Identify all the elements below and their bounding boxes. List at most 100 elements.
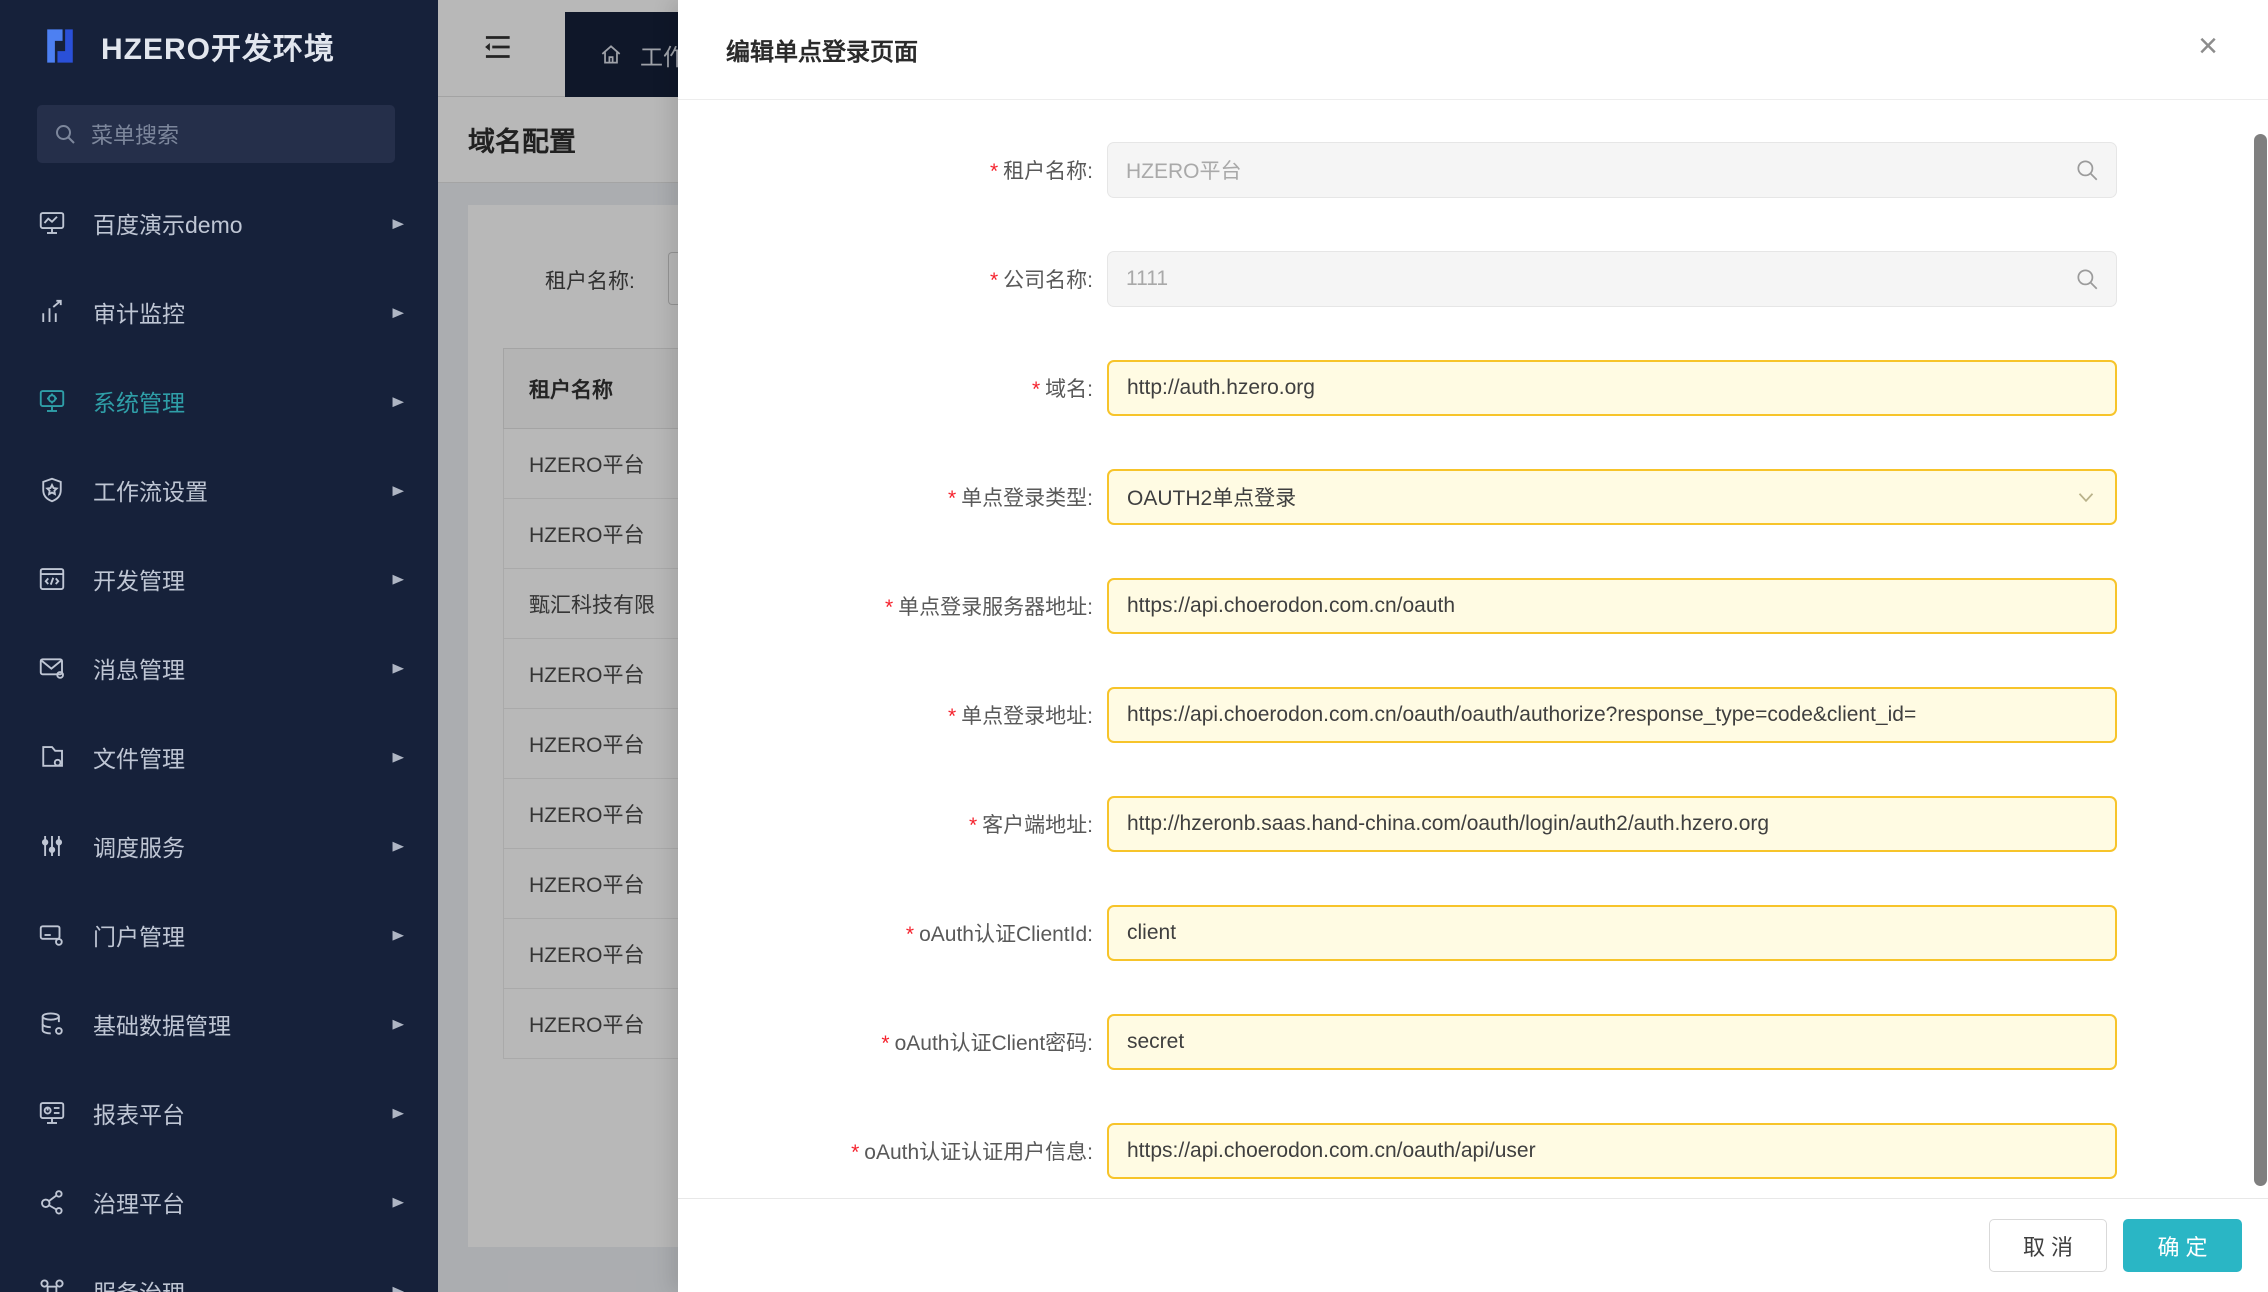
drawer-header: 编辑单点登录页面 × <box>678 0 2268 100</box>
sidebar-item-label: 工作流设置 <box>93 473 392 507</box>
sidebar-item-label: 基础数据管理 <box>93 1007 392 1041</box>
presentation-monitor-icon <box>37 207 69 239</box>
field-label: *公司名称: <box>678 264 1093 294</box>
company-name-lov-input: 1111 <box>1107 251 2117 307</box>
command-icon <box>37 1275 69 1292</box>
sidebar-item-governance-platform[interactable]: 治理平台 ▶ <box>0 1157 438 1246</box>
field-label: *单点登录服务器地址: <box>678 591 1093 621</box>
field-label: *单点登录类型: <box>678 482 1093 512</box>
field-row-oauth-user-info: *oAuth认证认证用户信息: https://api.choerodon.co… <box>678 1123 2268 1179</box>
field-row-domain: *域名: http://auth.hzero.org <box>678 360 2268 416</box>
close-icon[interactable]: × <box>2184 22 2232 70</box>
sidebar-nav: 百度演示demo ▶ 审计监控 ▶ 系统管理 ▶ <box>0 178 438 1292</box>
oauth-client-id-input[interactable]: client <box>1107 905 2117 961</box>
domain-input[interactable]: http://auth.hzero.org <box>1107 360 2117 416</box>
database-gear-icon <box>37 1008 69 1040</box>
search-icon <box>2074 266 2100 292</box>
sidebar-item-base-data-management[interactable]: 基础数据管理 ▶ <box>0 979 438 1068</box>
sidebar-item-scheduler-service[interactable]: 调度服务 ▶ <box>0 801 438 890</box>
sidebar-item-label: 审计监控 <box>93 295 392 329</box>
field-label: *oAuth认证ClientId: <box>678 918 1093 948</box>
field-label: *oAuth认证Client密码: <box>678 1027 1093 1057</box>
chevron-right-icon: ▶ <box>392 304 404 319</box>
sidebar-item-label: 治理平台 <box>93 1185 392 1219</box>
chevron-right-icon: ▶ <box>392 482 404 497</box>
field-row-oauth-client-id: *oAuth认证ClientId: client <box>678 905 2268 961</box>
sidebar-item-label: 文件管理 <box>93 740 392 774</box>
sidebar-item-label: 门户管理 <box>93 918 392 952</box>
field-label: *单点登录地址: <box>678 700 1093 730</box>
required-mark: * <box>948 487 956 510</box>
client-url-input[interactable]: http://hzeronb.saas.hand-china.com/oauth… <box>1107 796 2117 852</box>
chevron-right-icon: ▶ <box>392 393 404 408</box>
required-mark: * <box>1032 378 1040 401</box>
sidebar-item-dev-management[interactable]: 开发管理 ▶ <box>0 534 438 623</box>
logo: HZERO开发环境 <box>0 0 438 72</box>
required-mark: * <box>851 1141 859 1164</box>
field-label: *租户名称: <box>678 155 1093 185</box>
required-mark: * <box>885 596 893 619</box>
sidebar-item-report-platform[interactable]: 报表平台 ▶ <box>0 1068 438 1157</box>
chevron-right-icon: ▶ <box>392 660 404 675</box>
cancel-button[interactable]: 取 消 <box>1989 1219 2107 1272</box>
sidebar-item-service-governance[interactable]: 服务治理 ▶ <box>0 1246 438 1292</box>
drawer-title: 编辑单点登录页面 <box>726 32 918 67</box>
chevron-right-icon: ▶ <box>392 927 404 942</box>
app-title: HZERO开发环境 <box>101 24 335 68</box>
menu-search-input[interactable]: 菜单搜索 <box>37 105 395 163</box>
required-mark: * <box>948 705 956 728</box>
sidebar-item-baidu-demo[interactable]: 百度演示demo ▶ <box>0 178 438 267</box>
hzero-logo-icon <box>37 23 83 69</box>
field-row-sso-server-url: *单点登录服务器地址: https://api.choerodon.com.cn… <box>678 578 2268 634</box>
sidebar-item-label: 百度演示demo <box>93 206 392 240</box>
audit-chart-icon <box>37 296 69 328</box>
drawer-body: *租户名称: HZERO平台 *公司名称: 1111 *域名: http://a… <box>678 100 2268 1198</box>
field-row-client-url: *客户端地址: http://hzeronb.saas.hand-china.c… <box>678 796 2268 852</box>
message-gear-icon <box>37 652 69 684</box>
sidebar-item-label: 开发管理 <box>93 562 392 596</box>
sidebar-item-file-management[interactable]: 文件管理 ▶ <box>0 712 438 801</box>
sidebar-item-label: 消息管理 <box>93 651 392 685</box>
sso-server-url-input[interactable]: https://api.choerodon.com.cn/oauth <box>1107 578 2117 634</box>
chevron-right-icon: ▶ <box>392 749 404 764</box>
sidebar-item-label: 服务治理 <box>93 1274 392 1292</box>
code-window-icon <box>37 563 69 595</box>
field-row-tenant-name: *租户名称: HZERO平台 <box>678 142 2268 198</box>
required-mark: * <box>990 160 998 183</box>
chevron-down-icon <box>2073 484 2099 510</box>
field-label: *客户端地址: <box>678 809 1093 839</box>
field-label: *oAuth认证认证用户信息: <box>678 1136 1093 1166</box>
share-network-icon <box>37 1186 69 1218</box>
search-icon <box>53 122 77 146</box>
chevron-right-icon: ▶ <box>392 838 404 853</box>
sso-type-select[interactable]: OAUTH2单点登录 <box>1107 469 2117 525</box>
oauth-client-secret-input[interactable]: secret <box>1107 1014 2117 1070</box>
drawer-footer: 取 消 确 定 <box>678 1198 2268 1292</box>
sso-login-url-input[interactable]: https://api.choerodon.com.cn/oauth/oauth… <box>1107 687 2117 743</box>
sidebar-item-label: 调度服务 <box>93 829 392 863</box>
file-gear-icon <box>37 741 69 773</box>
sidebar-item-workflow-settings[interactable]: 工作流设置 ▶ <box>0 445 438 534</box>
chevron-right-icon: ▶ <box>392 1016 404 1031</box>
menu-search-placeholder: 菜单搜索 <box>91 118 179 150</box>
report-monitor-icon <box>37 1097 69 1129</box>
scrollbar-thumb[interactable] <box>2254 134 2267 1186</box>
app-root: HZERO开发环境 菜单搜索 百度演示demo ▶ 审计监控 ▶ <box>0 0 2268 1292</box>
sidebar-item-message-management[interactable]: 消息管理 ▶ <box>0 623 438 712</box>
chevron-right-icon: ▶ <box>392 1105 404 1120</box>
sliders-icon <box>37 830 69 862</box>
field-row-sso-type: *单点登录类型: OAUTH2单点登录 <box>678 469 2268 525</box>
confirm-button[interactable]: 确 定 <box>2123 1219 2242 1272</box>
sidebar-item-audit-monitor[interactable]: 审计监控 ▶ <box>0 267 438 356</box>
chevron-right-icon: ▶ <box>392 571 404 586</box>
sidebar-item-label: 系统管理 <box>93 384 392 418</box>
field-row-sso-login-url: *单点登录地址: https://api.choerodon.com.cn/oa… <box>678 687 2268 743</box>
oauth-user-info-input[interactable]: https://api.choerodon.com.cn/oauth/api/u… <box>1107 1123 2117 1179</box>
chevron-right-icon: ▶ <box>392 1194 404 1209</box>
sidebar-item-portal-management[interactable]: 门户管理 ▶ <box>0 890 438 979</box>
sidebar-item-label: 报表平台 <box>93 1096 392 1130</box>
field-row-oauth-client-secret: *oAuth认证Client密码: secret <box>678 1014 2268 1070</box>
field-label: *域名: <box>678 373 1093 403</box>
sidebar-item-system-management[interactable]: 系统管理 ▶ <box>0 356 438 445</box>
required-mark: * <box>969 814 977 837</box>
